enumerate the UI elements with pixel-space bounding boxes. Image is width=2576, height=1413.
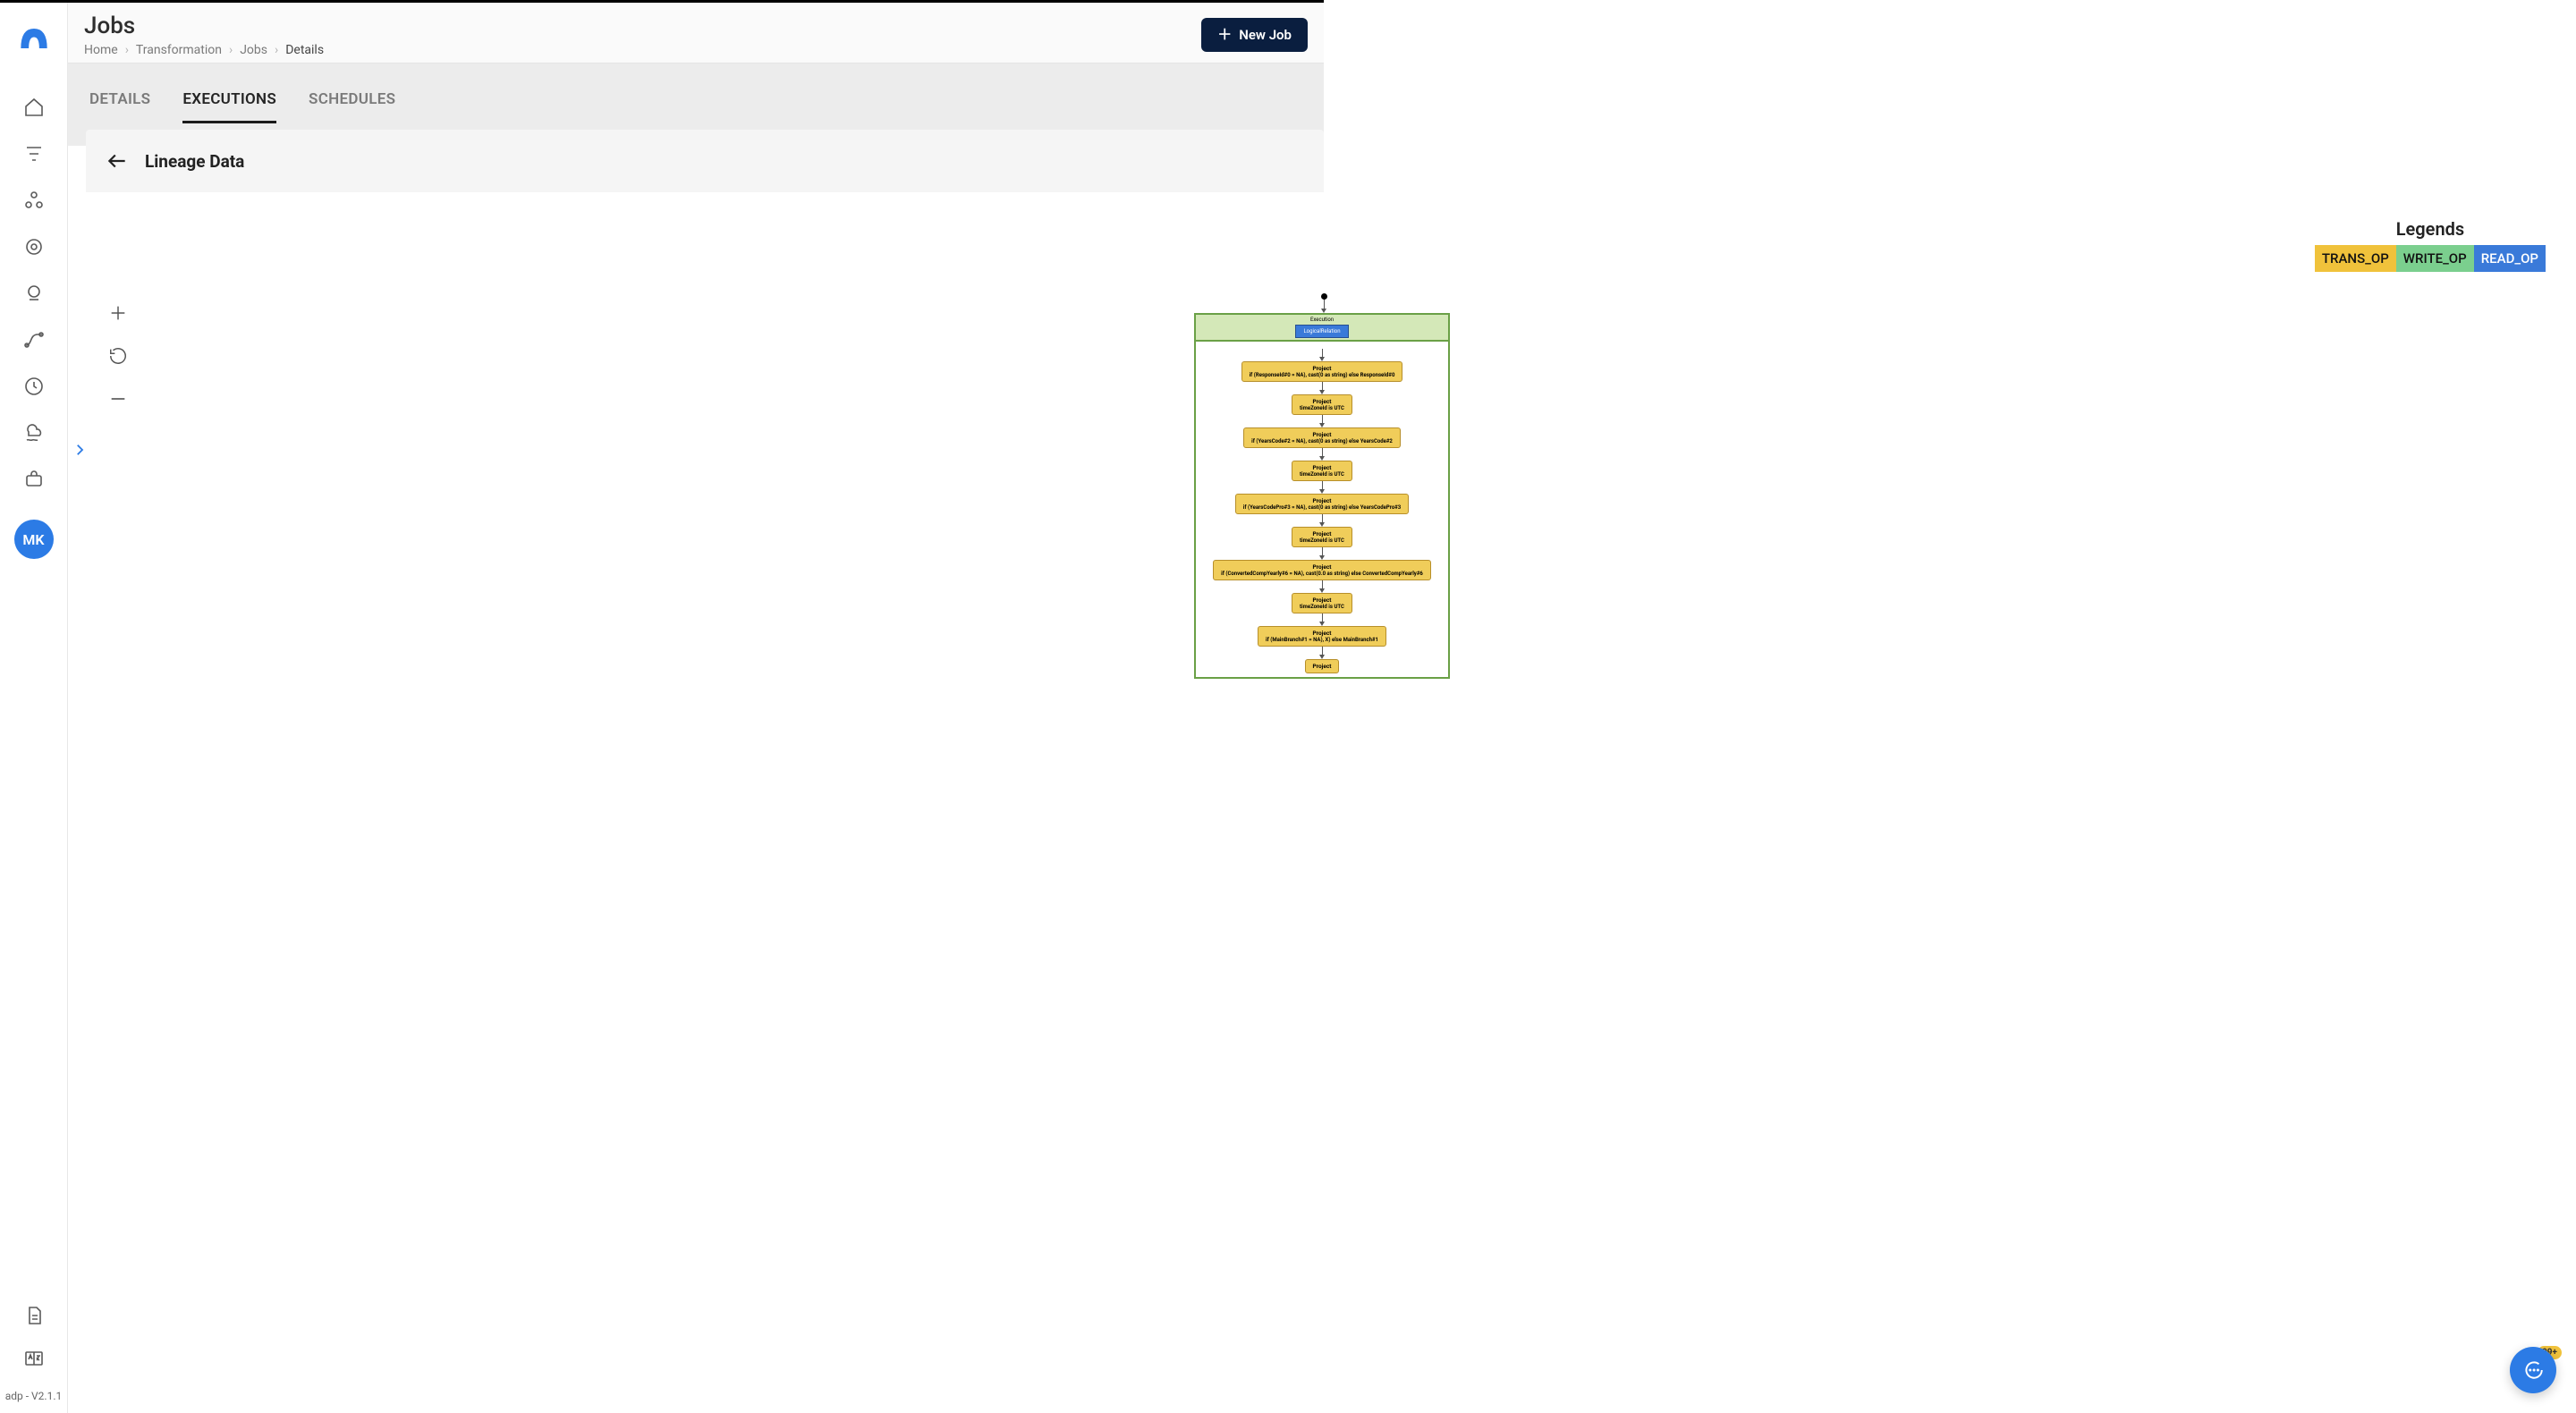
nav-translate-icon[interactable]	[22, 1347, 46, 1370]
node-subtitle: timeZoneId is UTC	[1300, 471, 1344, 478]
breadcrumb: Home › Transformation › Jobs › Details	[84, 43, 324, 57]
node-title: Project	[1300, 530, 1344, 537]
nav-settings-icon[interactable]	[22, 235, 46, 258]
legend-trans-op: TRANS_OP	[2315, 245, 2396, 272]
crumb-transformation[interactable]: Transformation	[136, 43, 222, 57]
node-title: Project	[1250, 365, 1395, 372]
legends: Legends TRANS_OP WRITE_OP READ_OP	[2315, 218, 2546, 272]
execution-label: Execution	[1196, 317, 1448, 323]
node-title: Project	[1251, 431, 1393, 438]
legends-title: Legends	[2315, 218, 2546, 240]
nav-home-icon[interactable]	[22, 96, 46, 119]
nav-weather-icon[interactable]	[22, 421, 46, 444]
lineage-node[interactable]: Projectif (YearsCode#2 = NA), cast(0 as …	[1243, 427, 1401, 448]
chevron-right-icon: ›	[229, 43, 233, 57]
legend-read-op: READ_OP	[2474, 245, 2546, 272]
lineage-node[interactable]: Project	[1305, 659, 1340, 673]
execution-body: Projectif (ResponseId#0 = NA), cast(0 as…	[1194, 342, 1450, 679]
nav-doc-icon[interactable]	[22, 1304, 46, 1327]
node-title: Project	[1243, 497, 1401, 504]
sidebar: MK adp - V2.1.1	[0, 3, 68, 1413]
node-title: Project	[1313, 663, 1332, 670]
zoom-out-button[interactable]	[107, 388, 129, 410]
lineage-node[interactable]: ProjecttimeZoneId is UTC	[1292, 461, 1352, 481]
lineage-node[interactable]: ProjecttimeZoneId is UTC	[1292, 527, 1352, 547]
version-text: adp - V2.1.1	[5, 1390, 63, 1402]
chevron-right-icon: ›	[125, 43, 129, 57]
node-subtitle: timeZoneId is UTC	[1300, 405, 1344, 411]
tab-executions[interactable]: EXECUTIONS	[182, 90, 276, 123]
tab-schedules[interactable]: SCHEDULES	[309, 90, 395, 121]
sidebar-lower: adp - V2.1.1	[0, 1304, 67, 1413]
lineage-node[interactable]: ProjecttimeZoneId is UTC	[1292, 593, 1352, 613]
nav-filter-icon[interactable]	[22, 142, 46, 165]
header: Jobs Home › Transformation › Jobs › Deta…	[68, 3, 1324, 63]
lineage-node[interactable]: Projectif (ConvertedCompYearly#6 = NA), …	[1213, 560, 1431, 580]
node-subtitle: timeZoneId is UTC	[1300, 537, 1344, 544]
zoom-controls	[107, 302, 129, 410]
plus-icon: ＋	[1217, 28, 1232, 42]
help-button[interactable]	[2510, 1347, 2556, 1393]
lineage-node[interactable]: Projectif (YearsCodePro#3 = NA), cast(0 …	[1235, 494, 1409, 514]
node-subtitle: if (ResponseId#0 = NA), cast(0 as string…	[1250, 372, 1395, 378]
lineage-canvas[interactable]: Legends TRANS_OP WRITE_OP READ_OP Execut…	[86, 207, 2562, 1413]
new-job-button[interactable]: ＋ New Job	[1201, 18, 1308, 52]
lineage-node[interactable]: ProjecttimeZoneId is UTC	[1292, 394, 1352, 415]
nav-cluster-icon[interactable]	[22, 189, 46, 212]
crumb-details: Details	[285, 43, 324, 57]
lineage-node[interactable]: Projectif (ResponseId#0 = NA), cast(0 as…	[1241, 361, 1403, 382]
nav-route-icon[interactable]	[22, 328, 46, 351]
nav-icons: MK	[14, 96, 54, 559]
back-button[interactable]	[106, 149, 129, 173]
logical-relation-chip[interactable]: LogicalRelation	[1295, 325, 1348, 338]
zoom-reset-button[interactable]	[107, 345, 129, 367]
nav-briefcase-icon[interactable]	[22, 468, 46, 491]
node-title: Project	[1300, 398, 1344, 405]
tab-details[interactable]: DETAILS	[89, 90, 150, 121]
panel-head: Lineage Data	[86, 130, 1324, 192]
node-subtitle: if (YearsCodePro#3 = NA), cast(0 as stri…	[1243, 504, 1401, 511]
page-title: Jobs	[84, 13, 324, 39]
chevron-right-icon: ›	[275, 43, 278, 57]
legend-write-op: WRITE_OP	[2396, 245, 2474, 272]
nav-clock-icon[interactable]	[22, 375, 46, 398]
node-title: Project	[1300, 597, 1344, 604]
lineage-diagram: Execution LogicalRelation Projectif (Res…	[1194, 293, 1453, 679]
lineage-node[interactable]: Projectif (MainBranch#1 = NA), X) else M…	[1258, 626, 1386, 647]
node-title: Project	[1300, 464, 1344, 471]
node-subtitle: if (MainBranch#1 = NA), X) else MainBran…	[1266, 637, 1378, 643]
panel-title: Lineage Data	[145, 151, 244, 172]
node-subtitle: if (ConvertedCompYearly#6 = NA), cast(0.…	[1221, 571, 1423, 577]
nav-crystal-icon[interactable]	[22, 282, 46, 305]
start-node	[1321, 293, 1327, 300]
crumb-home[interactable]: Home	[84, 43, 118, 57]
new-job-label: New Job	[1239, 27, 1292, 43]
node-subtitle: timeZoneId is UTC	[1300, 604, 1344, 610]
sidebar-expand-handle[interactable]	[70, 440, 89, 460]
crumb-jobs[interactable]: Jobs	[240, 43, 267, 57]
node-title: Project	[1221, 563, 1423, 571]
node-title: Project	[1266, 630, 1378, 637]
node-subtitle: if (YearsCode#2 = NA), cast(0 as string)…	[1251, 438, 1393, 444]
execution-box[interactable]: Execution LogicalRelation	[1194, 313, 1450, 342]
zoom-in-button[interactable]	[107, 302, 129, 324]
user-avatar[interactable]: MK	[14, 520, 54, 559]
app-logo	[14, 19, 54, 58]
